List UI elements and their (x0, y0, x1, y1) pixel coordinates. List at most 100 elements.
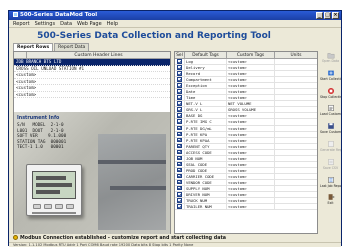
unit-cell[interactable] (275, 180, 317, 185)
field-select-checkbox[interactable] (177, 149, 182, 155)
custom-tag-cell[interactable]: <custom> (227, 149, 275, 155)
menu-help[interactable]: Help (107, 20, 118, 27)
field-select-checkbox[interactable] (177, 137, 182, 143)
field-select-checkbox[interactable] (177, 119, 182, 124)
custom-tag-cell[interactable]: <custom> (227, 198, 275, 204)
field-select-checkbox[interactable] (177, 65, 182, 70)
last-job-report-button[interactable]: Last Job Report (320, 176, 341, 192)
unit-cell[interactable] (275, 204, 317, 209)
save-custom-text-button[interactable]: Save Custom Text (320, 122, 341, 138)
maximize-button[interactable]: □ (324, 12, 331, 19)
custom-tag-cell[interactable]: <custom> (227, 143, 275, 149)
field-select-checkbox[interactable] (177, 107, 182, 112)
unit-cell[interactable] (275, 186, 317, 191)
custom-tag-cell[interactable]: <custom> (227, 137, 275, 143)
custom-tag-cell[interactable]: <custom> (227, 59, 275, 65)
tab-strip: Report Rows Report Data (13, 43, 90, 51)
save-csv-button[interactable]: Save CSV (320, 158, 341, 174)
menu-report[interactable]: Report (13, 20, 30, 27)
unit-cell[interactable] (275, 83, 317, 88)
generate-report-button[interactable]: Generate Report (320, 140, 341, 156)
field-select-checkbox[interactable] (177, 204, 182, 209)
custom-tag-cell[interactable]: <custom> (227, 65, 275, 71)
field-select-checkbox[interactable] (177, 59, 182, 64)
menu-settings[interactable]: Settings (35, 20, 56, 27)
field-select-checkbox[interactable] (177, 113, 182, 118)
start-collecting-button[interactable]: Start Collecting (320, 69, 341, 85)
custom-tag-cell[interactable]: <custom> (227, 119, 275, 125)
header-line-row[interactable]: <custom> (14, 92, 170, 98)
menu-web-page[interactable]: Web Page (77, 20, 102, 27)
field-select-checkbox[interactable] (177, 179, 182, 185)
unit-cell[interactable] (275, 132, 317, 137)
field-select-checkbox[interactable] (177, 155, 182, 161)
custom-tag-cell[interactable]: <custom> (227, 125, 275, 131)
unit-cell[interactable] (275, 168, 317, 173)
unit-cell[interactable] (275, 138, 317, 143)
unit-cell[interactable] (275, 198, 317, 203)
custom-tag-cell[interactable]: <custom> (227, 113, 275, 119)
field-select-checkbox[interactable] (177, 167, 182, 173)
unit-cell[interactable] (275, 107, 317, 112)
unit-cell[interactable] (275, 77, 317, 82)
load-custom-text-button[interactable]: Load Custom Text (320, 104, 341, 120)
custom-tag-cell[interactable]: <custom> (227, 179, 275, 185)
menu-data[interactable]: Data (60, 20, 72, 27)
field-select-checkbox[interactable] (177, 198, 182, 203)
open-data-button[interactable]: Open Data (320, 51, 341, 67)
lastjob-icon (327, 176, 335, 184)
unit-cell[interactable] (275, 101, 317, 106)
field-select-checkbox[interactable] (177, 77, 182, 82)
tab-report-data[interactable]: Report Data (54, 43, 90, 51)
field-select-checkbox[interactable] (177, 83, 182, 88)
custom-tag-cell[interactable]: NET VOLUME (227, 101, 275, 107)
stop-collecting-button[interactable]: Stop Collecting (320, 87, 341, 103)
field-select-checkbox[interactable] (177, 95, 182, 100)
sidebar-button-label: Load Custom Text (320, 112, 341, 117)
custom-tag-cell[interactable]: <custom> (227, 155, 275, 161)
custom-tag-cell[interactable]: <custom> (227, 173, 275, 179)
unit-cell[interactable] (275, 59, 317, 64)
unit-cell[interactable] (275, 156, 317, 161)
field-select-checkbox[interactable] (177, 125, 182, 131)
unit-cell[interactable] (275, 71, 317, 76)
field-select-checkbox[interactable] (177, 143, 182, 149)
field-select-checkbox[interactable] (177, 173, 182, 179)
unit-cell[interactable] (275, 65, 317, 70)
custom-tag-cell[interactable]: <custom> (227, 71, 275, 77)
custom-tag-cell[interactable]: <custom> (227, 161, 275, 167)
unit-cell[interactable] (275, 162, 317, 167)
field-select-checkbox[interactable] (177, 101, 182, 106)
unit-cell[interactable] (275, 144, 317, 149)
field-select-checkbox[interactable] (177, 161, 182, 167)
field-select-checkbox[interactable] (177, 131, 182, 137)
unit-cell[interactable] (275, 89, 317, 94)
app-window: 500-Series DataMod Tool _ □ × Report Set… (8, 10, 342, 247)
custom-tag-cell[interactable]: <custom> (227, 167, 275, 173)
unit-cell[interactable] (275, 95, 317, 100)
field-select-checkbox[interactable] (177, 185, 182, 191)
custom-tag-cell[interactable]: GROSS VOLUME (227, 107, 275, 113)
exit-button[interactable]: Exit (320, 193, 341, 209)
field-select-checkbox[interactable] (177, 71, 182, 76)
custom-tag-cell[interactable]: <custom> (227, 131, 275, 137)
tab-report-rows[interactable]: Report Rows (13, 43, 54, 51)
unit-cell[interactable] (275, 192, 317, 197)
custom-tag-cell[interactable]: <custom> (227, 77, 275, 83)
unit-cell[interactable] (275, 126, 317, 131)
custom-tag-cell[interactable]: <custom> (227, 83, 275, 89)
custom-tag-cell[interactable]: <custom> (227, 204, 275, 210)
custom-tag-cell[interactable]: <custom> (227, 185, 275, 192)
table-row[interactable]: TRAILER NUM <custom> (175, 204, 317, 211)
unit-cell[interactable] (275, 150, 317, 155)
custom-tag-cell[interactable]: <custom> (227, 89, 275, 95)
field-select-checkbox[interactable] (177, 89, 182, 94)
unit-cell[interactable] (275, 174, 317, 179)
custom-tag-cell[interactable]: <custom> (227, 95, 275, 101)
unit-cell[interactable] (275, 119, 317, 124)
close-button[interactable]: × (332, 12, 339, 19)
field-select-checkbox[interactable] (177, 192, 182, 197)
minimize-button[interactable]: _ (316, 12, 323, 19)
unit-cell[interactable] (275, 113, 317, 118)
custom-tag-cell[interactable]: <custom> (227, 192, 275, 198)
